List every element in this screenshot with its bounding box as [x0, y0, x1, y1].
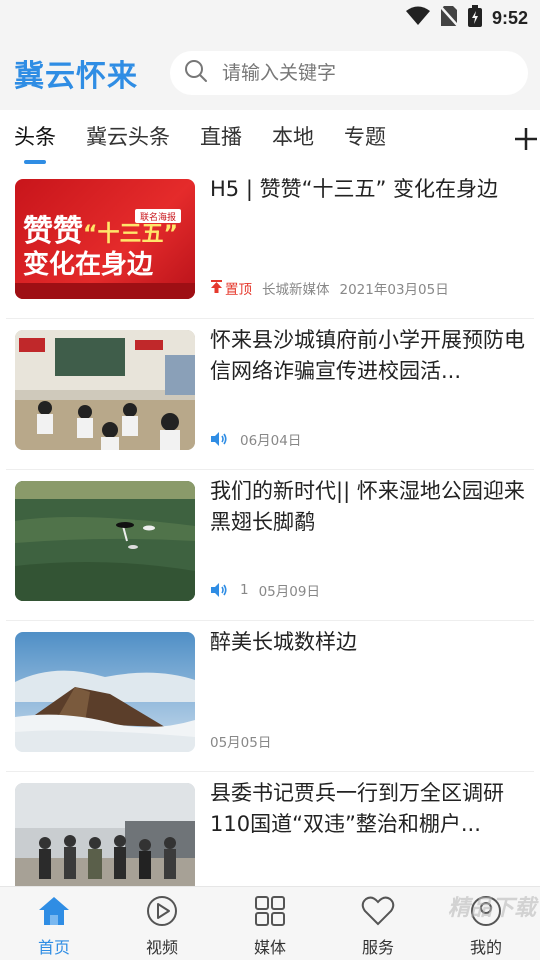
news-item[interactable]: 联名海报 赞赞 “十三五” 变化在身边 H5 | 赞赞“十三五” 变化在身边 置…	[6, 168, 534, 319]
poster-text-1: 赞赞	[23, 214, 83, 249]
news-date: 05月09日	[258, 584, 320, 600]
wifi-icon	[405, 6, 430, 30]
nav-service[interactable]: 服务	[324, 887, 432, 960]
news-item[interactable]: 县委书记贾兵一行到万全区调研110国道“双违”整治和棚户...	[6, 772, 534, 886]
news-title[interactable]: 县委书记贾兵一行到万全区调研110国道“双违”整治和棚户...	[210, 778, 530, 840]
tab-live[interactable]: 直播	[200, 110, 242, 168]
news-item[interactable]: 醉美长城数样边 05月05日	[6, 621, 534, 772]
news-meta: 06月04日	[210, 427, 301, 451]
status-bar: 9:52	[0, 0, 540, 36]
watermark: 精品下载	[447, 896, 536, 921]
news-meta: 1 05月09日	[210, 578, 320, 602]
nav-media[interactable]: 媒体	[216, 887, 324, 960]
battery-icon	[467, 5, 482, 31]
poster-art: 联名海报 赞赞 “十三五” 变化在身边	[15, 209, 195, 299]
add-channel-icon[interactable]	[512, 110, 540, 168]
news-thumbnail	[15, 783, 195, 886]
header: 冀云怀来	[0, 36, 540, 110]
news-item[interactable]: 怀来县沙城镇府前小学开展预防电信网络诈骗宣传进校园活... 06月04日	[6, 319, 534, 470]
poster-text-2: “十三五”	[83, 222, 178, 247]
news-date: 05月05日	[210, 735, 272, 751]
speaker-icon[interactable]	[210, 582, 228, 598]
search-box[interactable]	[170, 51, 528, 95]
tab-jiyun-headline[interactable]: 冀云头条	[86, 110, 170, 168]
news-title[interactable]: 怀来县沙城镇府前小学开展预防电信网络诈骗宣传进校园活...	[210, 325, 530, 387]
view-count: 1	[240, 582, 249, 598]
home-icon	[37, 895, 71, 931]
play-circle-icon	[145, 895, 179, 931]
app-logo: 冀云怀来	[14, 59, 138, 94]
mountain-photo	[15, 632, 195, 752]
channel-tabs: 头条 冀云头条 直播 本地 专题	[0, 110, 540, 168]
news-date: 06月04日	[240, 433, 302, 449]
news-title[interactable]: H5 | 赞赞“十三五” 变化在身边	[210, 174, 530, 205]
tab-local[interactable]: 本地	[272, 110, 314, 168]
news-thumbnail: 联名海报 赞赞 “十三五” 变化在身边	[15, 179, 195, 299]
nav-video[interactable]: 视频	[108, 887, 216, 960]
speaker-icon[interactable]	[210, 431, 228, 447]
pin-label: 置顶	[225, 282, 252, 298]
nav-home[interactable]: 首页	[0, 887, 108, 960]
nav-home-label: 首页	[37, 938, 70, 957]
heart-icon	[361, 895, 395, 931]
news-meta: 置顶 长城新媒体 2021年03月05日	[210, 276, 449, 300]
search-input[interactable]	[222, 62, 502, 84]
no-sim-icon	[439, 5, 459, 31]
search-icon	[184, 59, 208, 87]
pin-icon	[210, 279, 223, 297]
field-visit-photo	[15, 783, 195, 886]
news-meta: 05月05日	[210, 729, 271, 753]
pinned-badge: 置顶	[210, 278, 252, 298]
classroom-photo	[15, 330, 195, 450]
tab-topic[interactable]: 专题	[344, 110, 386, 168]
news-title[interactable]: 我们的新时代|| 怀来湿地公园迎来黑翅长脚鹬	[210, 476, 530, 538]
poster-text-3: 变化在身边	[23, 249, 154, 280]
news-thumbnail	[15, 481, 195, 601]
nav-video-label: 视频	[145, 938, 178, 957]
news-source: 长城新媒体	[262, 282, 330, 298]
news-feed: 联名海报 赞赞 “十三五” 变化在身边 H5 | 赞赞“十三五” 变化在身边 置…	[0, 168, 540, 886]
news-date: 2021年03月05日	[339, 282, 449, 298]
news-title[interactable]: 醉美长城数样边	[210, 627, 530, 658]
news-item[interactable]: 我们的新时代|| 怀来湿地公园迎来黑翅长脚鹬 1 05月09日	[6, 470, 534, 621]
nav-media-label: 媒体	[253, 938, 286, 957]
news-thumbnail	[15, 632, 195, 752]
grid-icon	[253, 895, 287, 931]
news-thumbnail	[15, 330, 195, 450]
nav-mine-label: 我的	[469, 938, 502, 957]
clock: 9:52	[491, 7, 528, 28]
wetland-photo	[15, 481, 195, 601]
nav-service-label: 服务	[361, 938, 394, 957]
tab-headline[interactable]: 头条	[14, 110, 56, 168]
